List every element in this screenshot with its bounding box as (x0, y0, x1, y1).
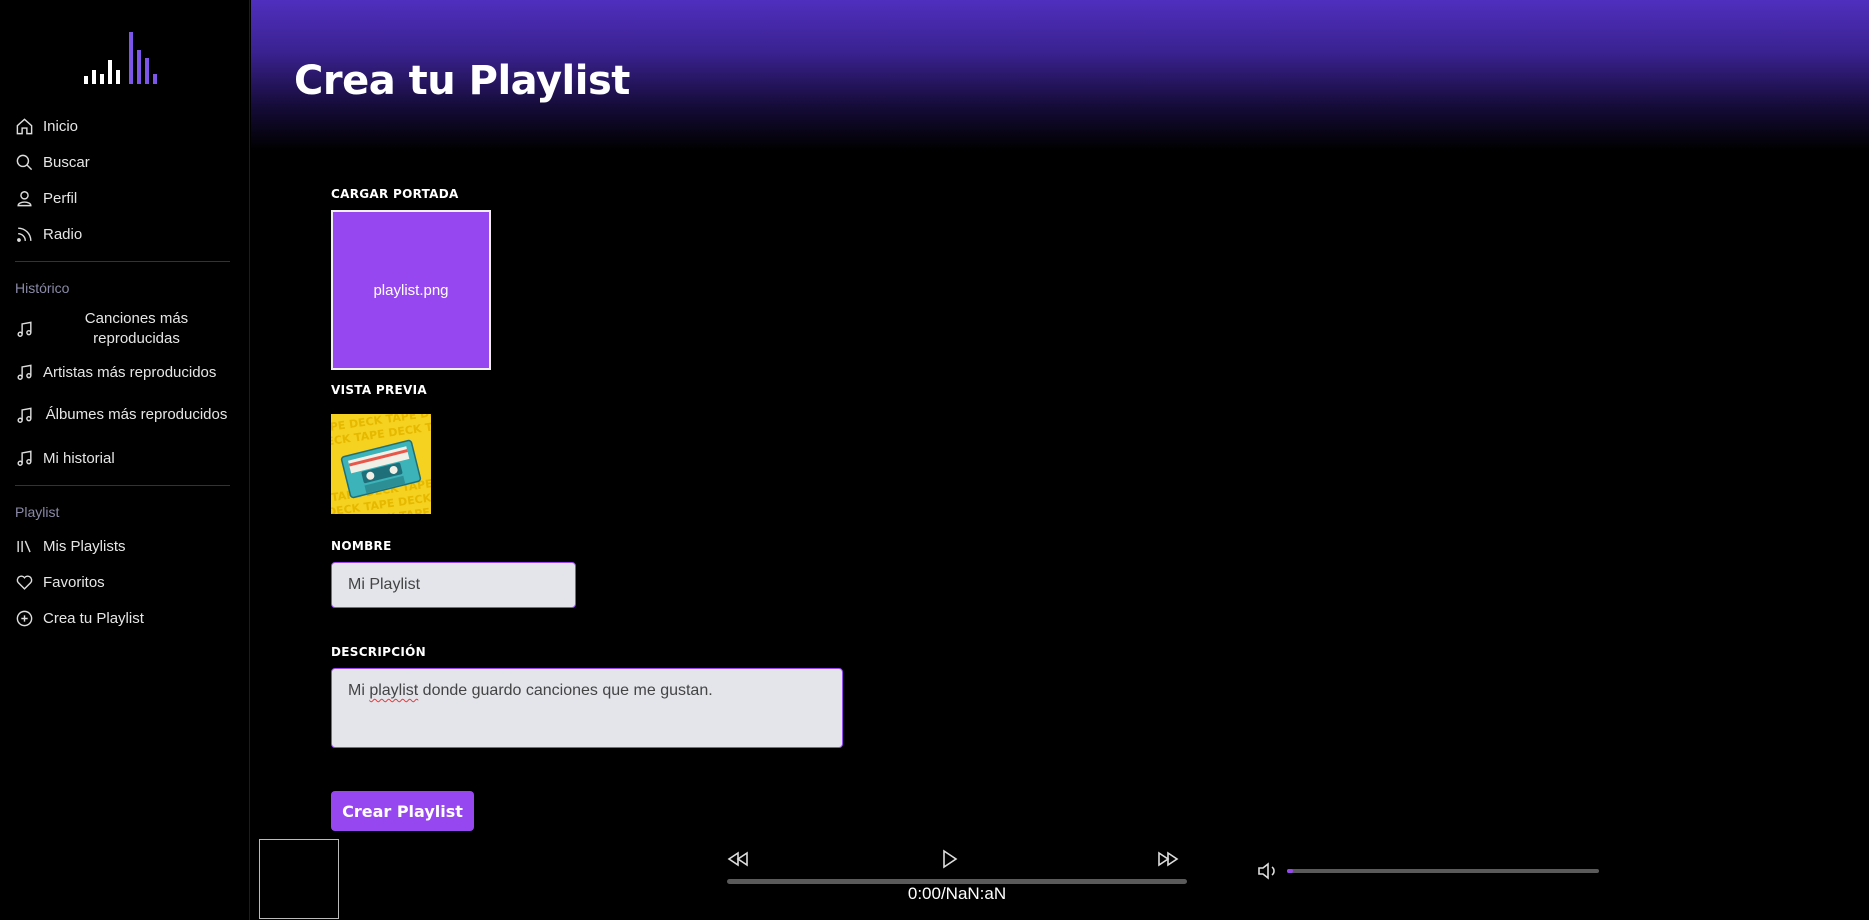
sidebar-item-mi-historial[interactable]: Mi historial (15, 440, 230, 476)
sidebar-item-buscar[interactable]: Buscar (15, 144, 230, 180)
user-icon (15, 189, 34, 208)
sidebar-item-favoritos[interactable]: Favoritos (15, 564, 230, 600)
playback-time: 0:00/NaN:aN (907, 884, 1007, 903)
sidebar-item-label: Crea tu Playlist (43, 609, 144, 627)
fast-forward-icon[interactable] (1155, 846, 1181, 872)
player-bar (251, 832, 1869, 920)
sidebar-item-label: Artistas más reproducidos (43, 363, 217, 381)
description-label: DESCRIPCIÓN (331, 645, 426, 659)
sidebar-item-label: Mis Playlists (43, 537, 126, 555)
sidebar-item-crea-tu-playlist[interactable]: Crea tu Playlist (15, 600, 230, 636)
sidebar-item-label: Perfil (43, 189, 78, 207)
sidebar-item-label: Radio (43, 225, 83, 243)
sidebar-item-radio[interactable]: Radio (15, 216, 230, 252)
logo-equalizer-icon (84, 32, 157, 84)
volume-slider-fill (1287, 869, 1294, 873)
sidebar-item-label: Canciones más reproducidas (84, 310, 189, 347)
section-title-playlist: Playlist (15, 504, 60, 520)
cover-label: CARGAR PORTADA (331, 187, 459, 201)
music-note-icon (15, 363, 34, 382)
search-icon (15, 153, 34, 172)
music-note-icon (15, 320, 34, 339)
sidebar-item-mis-playlists[interactable]: Mis Playlists (15, 528, 230, 564)
rss-icon (15, 225, 34, 244)
heart-icon (15, 573, 34, 592)
music-note-icon (15, 406, 34, 425)
sidebar-nav: Inicio Buscar Perfil Radio Histórico Can… (15, 108, 230, 636)
play-icon[interactable] (936, 846, 962, 872)
sidebar-item-canciones[interactable]: Canciones más reproducidas (15, 306, 230, 352)
rewind-icon[interactable] (725, 846, 751, 872)
sidebar-item-label: Buscar (43, 153, 90, 171)
create-playlist-button[interactable]: Crear Playlist (331, 791, 474, 831)
sidebar-item-label: Mi historial (43, 449, 115, 467)
playlist-name-input[interactable]: Mi Playlist (331, 562, 576, 608)
volume-slider[interactable] (1287, 869, 1599, 873)
sidebar-item-perfil[interactable]: Perfil (15, 180, 230, 216)
spellcheck-underlined-word: playlist (369, 682, 419, 699)
library-icon (15, 537, 34, 556)
page-title: Crea tu Playlist (294, 58, 630, 104)
cover-upload-button[interactable]: playlist.png (331, 210, 491, 370)
name-label: NOMBRE (331, 539, 392, 553)
sidebar-item-label: Favoritos (43, 573, 105, 591)
music-note-icon (15, 449, 34, 468)
sidebar-item-artistas[interactable]: Artistas más reproducidos (15, 354, 230, 390)
sidebar-divider (15, 485, 230, 486)
playlist-description-textarea[interactable]: Mi playlist donde guardo canciones que m… (331, 668, 843, 748)
description-text-end: donde guardo canciones que me gustan. (418, 682, 713, 699)
description-text-start: Mi (348, 682, 370, 699)
plus-circle-icon (15, 609, 34, 628)
sidebar: Inicio Buscar Perfil Radio Histórico Can… (0, 0, 250, 920)
preview-label: VISTA PREVIA (331, 383, 427, 397)
sidebar-item-albumes[interactable]: Álbumes más reproducidos (15, 392, 230, 438)
sidebar-divider (15, 261, 230, 262)
now-playing-cover (259, 839, 339, 919)
volume-icon[interactable] (1255, 858, 1281, 884)
section-title-historico: Histórico (15, 280, 70, 296)
sidebar-item-inicio[interactable]: Inicio (15, 108, 230, 144)
cover-preview-image: APE DECK TAPE DECK DECK TAPE DECK TA TAP… (331, 414, 431, 514)
cover-file-name: playlist.png (373, 281, 449, 299)
sidebar-item-label: Inicio (43, 117, 79, 135)
home-icon (15, 117, 34, 136)
sidebar-item-label: Álbumes más reproducidos (45, 406, 228, 423)
cassette-tape-icon: APE DECK TAPE DECK DECK TAPE DECK TA TAP… (331, 414, 431, 514)
